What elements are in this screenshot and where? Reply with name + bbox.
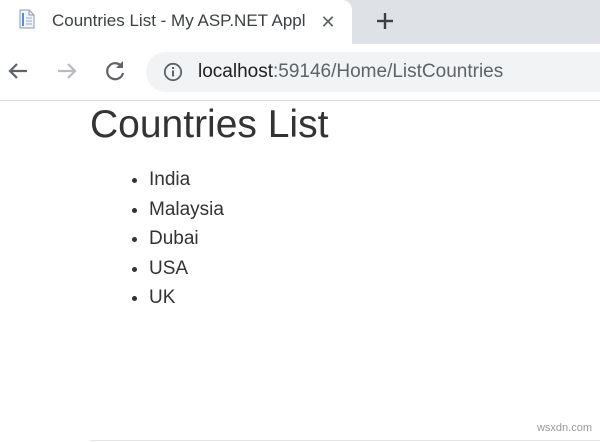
tab-strip: Countries List - My ASP.NET Appl ✕: [0, 0, 600, 44]
new-tab-plus-icon[interactable]: [370, 6, 400, 36]
active-tab[interactable]: Countries List - My ASP.NET Appl ✕: [0, 0, 352, 44]
address-bar[interactable]: localhost:59146/Home/ListCountries: [146, 52, 600, 92]
list-item: UK: [149, 283, 224, 313]
list-item: Malaysia: [149, 195, 224, 225]
reload-icon[interactable]: [101, 57, 129, 85]
url-text[interactable]: localhost:59146/Home/ListCountries: [198, 60, 503, 84]
page-content: [0, 101, 600, 442]
url-path: :59146/Home/ListCountries: [273, 61, 504, 82]
info-icon[interactable]: [163, 62, 183, 82]
url-host: localhost: [198, 61, 273, 82]
list-item: USA: [149, 254, 224, 284]
list-item: India: [149, 165, 224, 195]
back-arrow-icon[interactable]: [4, 57, 32, 85]
close-icon[interactable]: ✕: [318, 12, 338, 32]
country-list: India Malaysia Dubai USA UK: [108, 165, 224, 313]
page-icon: [19, 9, 35, 29]
footer-divider: [90, 440, 600, 441]
page-title: Countries List: [90, 103, 329, 146]
tab-title: Countries List - My ASP.NET Appl: [52, 11, 306, 30]
forward-arrow-icon[interactable]: [53, 57, 81, 85]
watermark: wsxdn.com: [536, 422, 592, 434]
list-item: Dubai: [149, 224, 224, 254]
browser-toolbar: localhost:59146/Home/ListCountries: [0, 44, 600, 101]
